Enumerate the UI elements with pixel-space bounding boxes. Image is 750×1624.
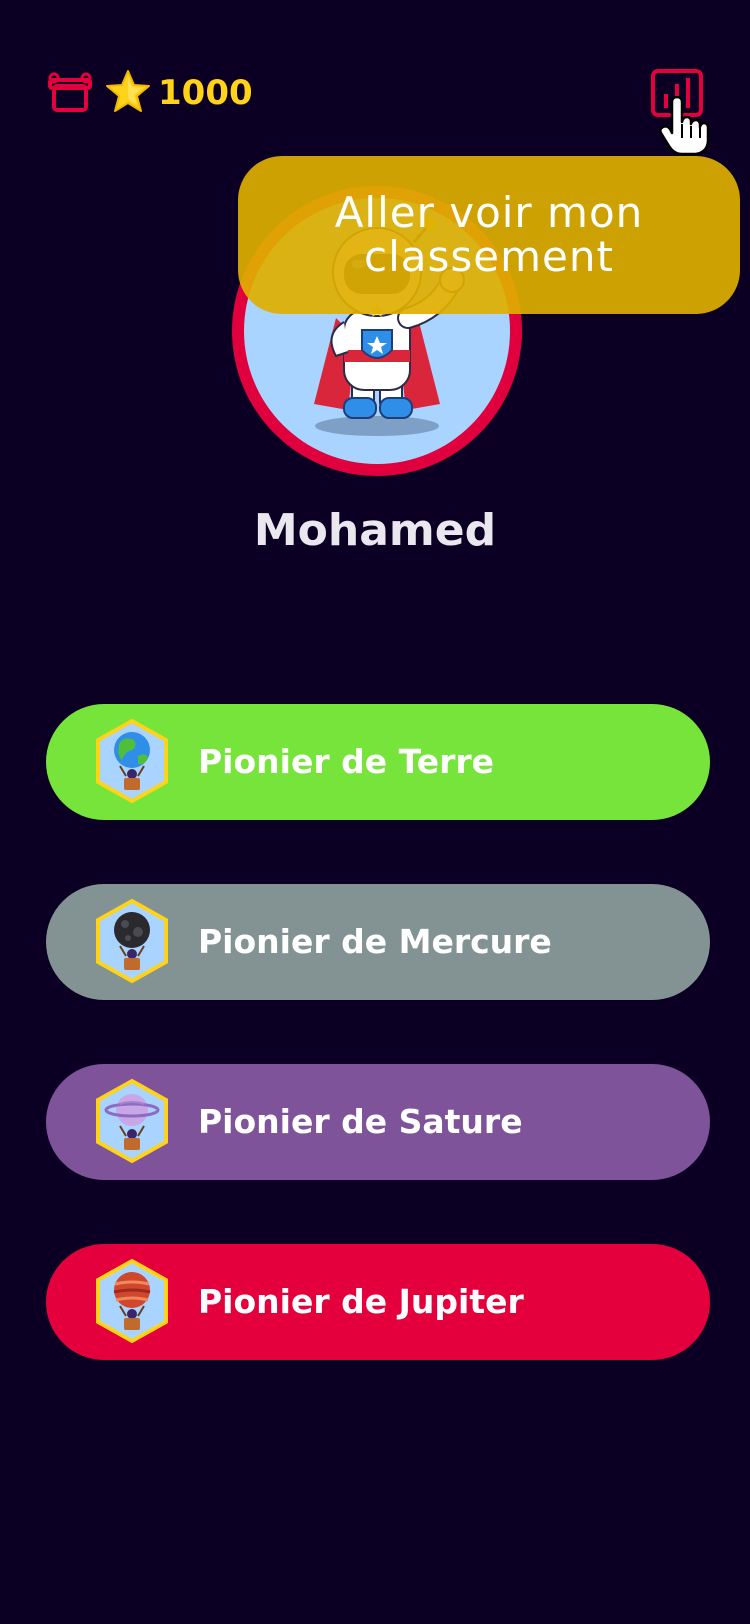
jupiter-balloon-icon [94, 1258, 170, 1344]
points-counter: 1000 [158, 73, 253, 113]
pioneer-list: Pionier de Terre Pionier de Mercure Pion… [46, 704, 710, 1360]
profile-name: Mohamed [253, 505, 497, 556]
tooltip-text: Aller voir mon classement [334, 188, 644, 281]
leaderboard-tooltip: Aller voir mon classement [238, 156, 740, 314]
pioneer-label: Pionier de Terre [198, 742, 495, 781]
star-icon [104, 68, 152, 114]
saturn-balloon-icon [94, 1078, 170, 1164]
gift-icon[interactable] [48, 72, 92, 112]
mercury-balloon-icon [94, 898, 170, 984]
pioneer-label: Pionier de Jupiter [198, 1282, 524, 1321]
pioneer-mercury-button[interactable]: Pionier de Mercure [46, 884, 710, 1000]
pioneer-saturn-button[interactable]: Pionier de Sature [46, 1064, 710, 1180]
pioneer-jupiter-button[interactable]: Pionier de Jupiter [46, 1244, 710, 1360]
pioneer-earth-button[interactable]: Pionier de Terre [46, 704, 710, 820]
top-bar: 1000 [0, 0, 750, 180]
pioneer-label: Pionier de Mercure [198, 922, 552, 961]
hand-pointer-icon [658, 95, 710, 156]
pioneer-label: Pionier de Sature [198, 1102, 523, 1141]
earth-balloon-icon [94, 718, 170, 804]
